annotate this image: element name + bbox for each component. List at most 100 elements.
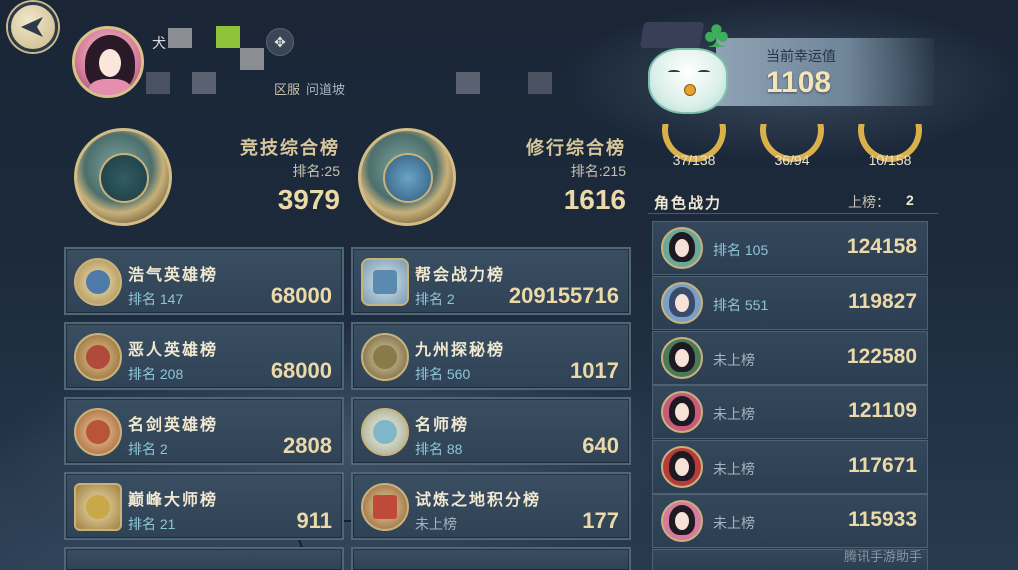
- character-row[interactable]: 排名 551 119827: [652, 276, 928, 330]
- character-avatar: [661, 446, 703, 488]
- cultivation-overall-rank: 排名:215: [570, 163, 626, 179]
- exploration-icon: [361, 333, 409, 381]
- luck-label: 当前幸运值: [766, 48, 836, 64]
- card-title: 巅峰大师榜: [128, 490, 219, 509]
- ranking-card-famous-sword[interactable]: 名剑英雄榜 排名 2 2808: [64, 397, 344, 465]
- card-title: 帮会战力榜: [415, 265, 506, 284]
- cultivation-overall-score: 1616: [563, 184, 626, 215]
- back-arrow-icon: [21, 17, 43, 37]
- ranking-card-master[interactable]: 名师榜 排名 88 640: [351, 397, 631, 465]
- card-score: 640: [582, 433, 619, 458]
- ranking-card-peak-master[interactable]: 巅峰大师榜 排名 21 911: [64, 472, 344, 540]
- character-power-title: 角色战力: [654, 194, 723, 212]
- competition-overall-score: 3979: [277, 184, 340, 215]
- competition-overall-rank: 排名:25: [292, 163, 340, 179]
- ranking-card-partial[interactable]: [351, 547, 631, 570]
- righteous-hero-icon: [74, 258, 122, 306]
- competition-medal-icon: [74, 128, 172, 226]
- card-rank: 排名 560: [415, 366, 471, 382]
- character-rank: 未上榜: [713, 352, 755, 368]
- card-rank: 排名 2: [415, 291, 455, 307]
- card-rank: 排名 88: [415, 441, 463, 457]
- censored-block: [456, 72, 480, 94]
- server-label: 区服: [274, 82, 301, 97]
- clover-icon: ♣: [704, 14, 729, 56]
- ranking-card-righteous-hero[interactable]: 浩气英雄榜 排名 147 68000: [64, 247, 344, 315]
- player-info-button[interactable]: ✥: [266, 28, 294, 56]
- lucky-cat-icon[interactable]: [648, 48, 728, 114]
- card-title: 恶人英雄榜: [128, 340, 219, 359]
- player-name: 犬: [152, 35, 166, 51]
- character-row[interactable]: 未上榜 122580: [652, 331, 928, 385]
- character-power-header: 角色战力 上榜： 2: [648, 186, 938, 214]
- card-title: 浩气英雄榜: [128, 265, 219, 284]
- character-rank: 排名 105: [713, 242, 769, 258]
- peak-master-icon: [74, 483, 122, 531]
- card-rank: 排名 21: [128, 516, 176, 532]
- character-power: 115933: [848, 508, 917, 531]
- back-button[interactable]: [8, 2, 58, 52]
- settings-icon: ✥: [274, 33, 286, 50]
- censored-block: [240, 48, 264, 70]
- censored-block: [528, 72, 552, 94]
- character-power: 121109: [848, 399, 917, 422]
- villain-hero-icon: [74, 333, 122, 381]
- guild-power-icon: [361, 258, 409, 306]
- character-avatar: [661, 337, 703, 379]
- player-avatar[interactable]: [72, 26, 144, 98]
- ranking-card-exploration[interactable]: 九州探秘榜 排名 560 1017: [351, 322, 631, 390]
- ranking-card-villain-hero[interactable]: 恶人英雄榜 排名 208 68000: [64, 322, 344, 390]
- card-score: 68000: [270, 283, 332, 308]
- cultivation-overall-title: 修行综合榜: [526, 138, 626, 159]
- ranking-card-partial[interactable]: [64, 547, 344, 570]
- graduation-cap-icon: [639, 22, 705, 48]
- character-avatar: [661, 282, 703, 324]
- character-rank: 排名 551: [713, 297, 769, 313]
- ranking-card-guild-power[interactable]: 帮会战力榜 排名 2 209155716: [351, 247, 631, 315]
- card-title: 试炼之地积分榜: [415, 490, 542, 509]
- censored-block: [192, 72, 216, 94]
- censored-block: [216, 26, 240, 48]
- character-avatar: [661, 500, 703, 542]
- card-score: 209155716: [508, 283, 619, 308]
- competition-overall-title: 竞技综合榜: [240, 138, 340, 159]
- censored-block: [168, 28, 192, 48]
- trial-ground-icon: [361, 483, 409, 531]
- character-power: 119827: [848, 290, 917, 313]
- character-rank: 未上榜: [713, 406, 755, 422]
- character-row[interactable]: 未上榜 115933: [652, 494, 928, 548]
- listed-count: 2: [906, 192, 914, 208]
- card-score: 2808: [283, 433, 332, 458]
- progress-text: 10/158: [868, 152, 912, 168]
- famous-sword-icon: [74, 408, 122, 456]
- ranking-card-trial-ground[interactable]: 试炼之地积分榜 未上榜 177: [351, 472, 631, 540]
- character-avatar: [661, 391, 703, 433]
- character-power: 122580: [846, 345, 917, 368]
- card-title: 名师榜: [415, 415, 470, 434]
- server-name: 问道坡: [306, 82, 346, 97]
- card-rank: 排名 147: [128, 291, 184, 307]
- listed-label: 上榜：: [848, 194, 890, 210]
- censored-block: [146, 72, 170, 94]
- master-fan-icon: [361, 408, 409, 456]
- character-power: 117671: [848, 454, 917, 477]
- watermark-text: 腾讯手游助手: [844, 549, 923, 564]
- card-title: 名剑英雄榜: [128, 415, 219, 434]
- card-score: 911: [296, 508, 333, 533]
- card-rank: 排名 2: [128, 441, 168, 457]
- character-rank: 未上榜: [713, 461, 755, 477]
- cultivation-medal-icon: [358, 128, 456, 226]
- card-score: 68000: [270, 358, 332, 383]
- character-row[interactable]: 未上榜 117671: [652, 440, 928, 494]
- progress-text: 36/94: [774, 152, 810, 168]
- card-score: 1017: [570, 358, 619, 383]
- progress-text: 37/138: [672, 152, 716, 168]
- character-rank: 未上榜: [713, 515, 755, 531]
- character-avatar: [661, 227, 703, 269]
- character-row[interactable]: 排名 105 124158: [652, 221, 928, 275]
- card-score: 177: [582, 508, 619, 533]
- card-rank: 未上榜: [415, 516, 457, 532]
- luck-value: 1108: [766, 66, 832, 99]
- card-rank: 排名 208: [128, 366, 184, 382]
- character-row[interactable]: 未上榜 121109: [652, 385, 928, 439]
